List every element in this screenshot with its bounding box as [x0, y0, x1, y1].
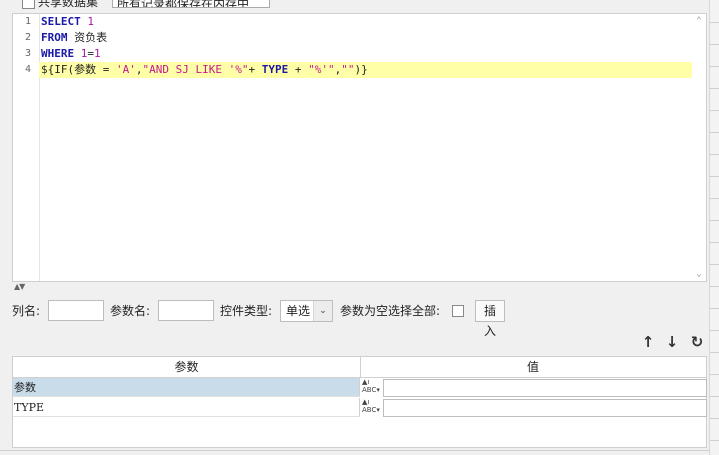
line-number: 1	[24, 16, 31, 27]
up-arrow-icon[interactable]: ↑	[640, 333, 656, 351]
code-line[interactable]: SELECT 1	[41, 14, 692, 30]
control-type-label: 控件类型:	[220, 304, 273, 318]
scroll-up-icon[interactable]: ⌃	[694, 16, 704, 26]
down-arrow-icon[interactable]: ↓	[664, 333, 680, 351]
param-cell[interactable]: 参数	[13, 378, 360, 397]
code-token: =	[87, 47, 94, 60]
editor-vertical-scrollbar[interactable]: ⌃ ⌄	[694, 16, 704, 279]
scroll-down-icon[interactable]: ⌄	[694, 269, 704, 279]
line-number: 4	[24, 64, 31, 75]
code-token: +	[248, 63, 262, 76]
code-token: 'A'	[115, 63, 136, 76]
code-token: SELECT	[41, 15, 88, 28]
sql-editor[interactable]: 1 2 3 4 SELECT 1 FROM 资负表 WHERE 1=1 ${IF…	[12, 13, 707, 282]
table-header: 参数 值	[13, 357, 706, 378]
line-number-gutter: 1 2 3 4	[13, 14, 40, 281]
chevron-down-icon[interactable]: ⌄	[313, 301, 332, 321]
value-input[interactable]	[383, 399, 707, 417]
column-header-param[interactable]: 参数	[13, 357, 361, 377]
code-token: ${IF(参数 =	[41, 63, 116, 76]
share-dataset-checkbox[interactable]	[22, 0, 35, 9]
code-token: 资负表	[74, 31, 108, 44]
column-name-input[interactable]	[48, 300, 104, 321]
param-cell[interactable]: TYPE	[13, 398, 360, 417]
code-token: )}	[354, 63, 368, 76]
top-toolbar: 共享数据集 所有记录都保存在内存中	[0, 0, 719, 10]
table-row[interactable]: 参数 ▲ı ABC▾	[13, 378, 707, 398]
code-token: TYPE	[261, 63, 289, 76]
column-name-label: 列名:	[12, 304, 41, 318]
text-type-icon[interactable]: ▲ı ABC▾	[361, 378, 383, 397]
cache-mode-select[interactable]: 所有记录都保存在内存中	[112, 0, 270, 8]
code-token: WHERE	[41, 47, 81, 60]
column-header-value[interactable]: 值	[360, 357, 706, 377]
code-token: "%'"	[308, 63, 335, 76]
share-dataset-label: 共享数据集	[38, 0, 99, 9]
code-token: ""	[341, 63, 355, 76]
code-token: 1	[94, 47, 101, 60]
code-line[interactable]: FROM 资负表	[41, 30, 692, 46]
line-number: 2	[24, 32, 31, 43]
resize-handle-icon[interactable]: ▲▼	[14, 282, 25, 291]
control-type-value: 单选	[286, 304, 311, 318]
code-token: FROM	[41, 31, 75, 44]
code-token: 1	[87, 15, 94, 28]
code-token: +	[288, 63, 309, 76]
empty-select-all-checkbox[interactable]	[452, 305, 464, 317]
param-name-label: 参数名:	[110, 304, 151, 318]
refresh-icon[interactable]: ↻	[689, 333, 705, 351]
insert-button[interactable]: 插入	[475, 300, 506, 338]
code-line-current[interactable]: ${IF(参数 = 'A',"AND SJ LIKE '%"+ TYPE + "…	[39, 62, 692, 78]
code-token: "AND SJ LIKE '%"	[142, 63, 249, 76]
param-name-input[interactable]	[158, 300, 214, 321]
control-type-select[interactable]: 单选 ⌄	[280, 300, 333, 322]
line-number: 3	[24, 48, 31, 59]
text-type-icon[interactable]: ▲ı ABC▾	[361, 398, 383, 417]
value-input[interactable]	[383, 379, 707, 397]
parameter-table: 参数 值 参数 ▲ı ABC▾ TYPE ▲ı ABC▾	[12, 356, 707, 448]
table-row[interactable]: TYPE ▲ı ABC▾	[13, 398, 707, 418]
right-panel-edge	[709, 0, 719, 455]
empty-select-all-label: 参数为空选择全部:	[340, 304, 441, 318]
code-line[interactable]: WHERE 1=1	[41, 46, 692, 62]
